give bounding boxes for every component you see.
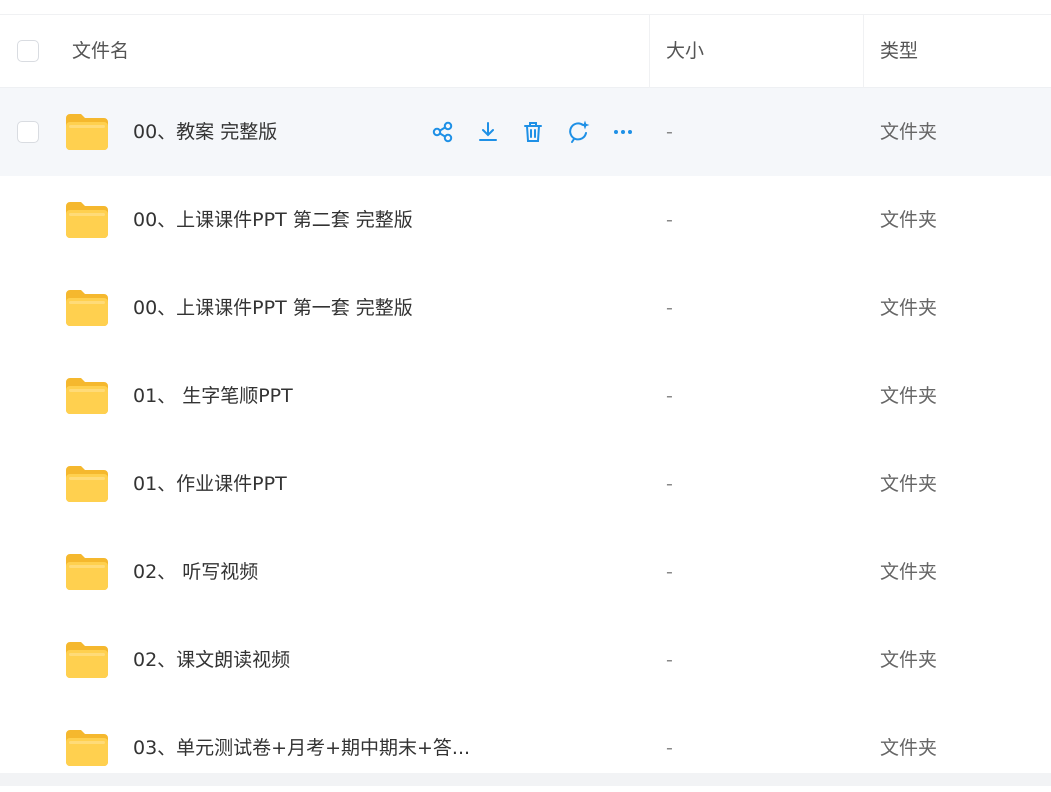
table-row[interactable]: 02、 听写视频 - 文件夹 [0, 528, 1051, 616]
table-row[interactable]: 00、上课课件PPT 第二套 完整版 - 文件夹 [0, 176, 1051, 264]
share-icon[interactable] [428, 118, 458, 146]
file-size: - [666, 473, 673, 495]
table-header: 文件名 大小 类型 [0, 15, 1051, 88]
bottom-bar [0, 773, 1051, 786]
file-name[interactable]: 02、课文朗读视频 [133, 616, 290, 704]
table-row[interactable]: 01、 生字笔顺PPT - 文件夹 [0, 352, 1051, 440]
delete-icon[interactable] [518, 118, 548, 146]
file-size: - [666, 121, 673, 143]
table-row[interactable]: 02、课文朗读视频 - 文件夹 [0, 616, 1051, 704]
file-type: 文件夹 [880, 649, 938, 671]
file-name[interactable]: 00、教案 完整版 [133, 88, 277, 176]
table-row[interactable]: 00、上课课件PPT 第一套 完整版 - 文件夹 [0, 264, 1051, 352]
file-type: 文件夹 [880, 121, 938, 143]
file-size: - [666, 385, 673, 407]
file-type: 文件夹 [880, 385, 938, 407]
folder-icon [66, 729, 108, 766]
folder-icon [66, 289, 108, 326]
column-divider[interactable] [649, 15, 650, 88]
folder-icon [66, 377, 108, 414]
file-type: 文件夹 [880, 561, 938, 583]
file-size: - [666, 209, 673, 231]
select-all-checkbox[interactable] [17, 40, 39, 62]
more-icon[interactable] [608, 118, 638, 146]
folder-icon [66, 553, 108, 590]
folder-icon [66, 465, 108, 502]
folder-icon [66, 201, 108, 238]
top-bar [0, 0, 1051, 15]
file-name[interactable]: 01、 生字笔顺PPT [133, 352, 293, 440]
column-divider[interactable] [863, 15, 864, 88]
download-icon[interactable] [473, 118, 503, 146]
file-name[interactable]: 00、上课课件PPT 第一套 完整版 [133, 264, 413, 352]
row-actions [428, 118, 638, 146]
file-size: - [666, 297, 673, 319]
file-type: 文件夹 [880, 297, 938, 319]
file-size: - [666, 561, 673, 583]
column-header-size[interactable]: 大小 [666, 15, 704, 88]
file-name[interactable]: 01、作业课件PPT [133, 440, 287, 528]
file-name[interactable]: 00、上课课件PPT 第二套 完整版 [133, 176, 413, 264]
folder-icon [66, 641, 108, 678]
table-row[interactable]: 01、作业课件PPT - 文件夹 [0, 440, 1051, 528]
ai-assistant-icon[interactable] [563, 118, 593, 146]
table-row[interactable]: 00、教案 完整版 - 文件夹 [0, 88, 1051, 176]
file-size: - [666, 649, 673, 671]
file-type: 文件夹 [880, 209, 938, 231]
file-name[interactable]: 02、 听写视频 [133, 528, 258, 616]
column-header-type[interactable]: 类型 [880, 15, 918, 88]
row-checkbox[interactable] [17, 121, 39, 143]
file-type: 文件夹 [880, 473, 938, 495]
folder-icon [66, 113, 108, 150]
column-header-name[interactable]: 文件名 [72, 15, 129, 88]
